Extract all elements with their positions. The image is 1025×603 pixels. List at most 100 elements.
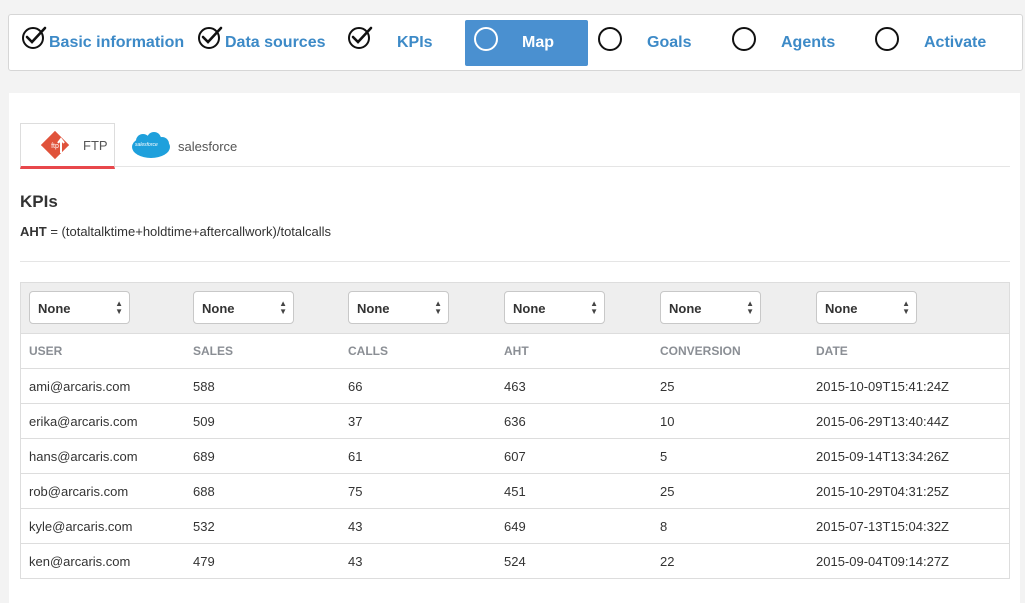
table-cell: 66 xyxy=(348,379,363,394)
step-label: Activate xyxy=(924,34,987,51)
step-basic-information[interactable]: Basic information xyxy=(21,20,184,66)
table-cell: 509 xyxy=(193,414,215,429)
table-cell: kyle@arcaris.com xyxy=(29,519,133,534)
source-tabs: ftp FTP salesforce salesforce xyxy=(20,123,1010,169)
mapping-select-calls[interactable]: None ▲ ▼ xyxy=(348,291,449,324)
table-cell: 37 xyxy=(348,414,363,429)
table-cell: ami@arcaris.com xyxy=(29,379,131,394)
step-data-sources[interactable]: Data sources xyxy=(197,20,326,66)
mapping-select-conversion[interactable]: None ▲ ▼ xyxy=(660,291,761,324)
mapping-select-aht[interactable]: None ▲ ▼ xyxy=(504,291,605,324)
step-label: KPIs xyxy=(397,34,433,51)
kpi-formula: AHT = (totaltalktime+holdtime+aftercallw… xyxy=(20,224,331,239)
step-map[interactable]: Map xyxy=(465,20,588,66)
checkmark-icon xyxy=(347,25,373,51)
table-cell: 75 xyxy=(348,484,363,499)
table-cell: 25 xyxy=(660,484,675,499)
table-header: USER SALES CALLS AHT CONVERSION DATE xyxy=(21,334,1009,369)
step-label: Goals xyxy=(647,34,692,51)
table-row: kyle@arcaris.com 532 43 649 8 2015-07-13… xyxy=(21,509,1009,544)
table-cell: 2015-06-29T13:40:44Z xyxy=(816,414,949,429)
select-value: None xyxy=(202,301,235,316)
main-panel: ftp FTP salesforce salesforce KPIs AHT =… xyxy=(9,93,1020,603)
table-cell: ken@arcaris.com xyxy=(29,554,131,569)
table-row: erika@arcaris.com 509 37 636 10 2015-06-… xyxy=(21,404,1009,439)
column-header: AHT xyxy=(504,344,529,358)
ftp-icon: ftp xyxy=(40,130,70,160)
select-value: None xyxy=(513,301,546,316)
table-cell: 10 xyxy=(660,414,675,429)
table-cell: rob@arcaris.com xyxy=(29,484,129,499)
circle-icon xyxy=(732,27,756,51)
mapping-select-user[interactable]: None ▲ ▼ xyxy=(29,291,130,324)
select-arrows-icon: ▲ ▼ xyxy=(115,299,123,316)
column-header: CONVERSION xyxy=(660,344,741,358)
select-arrows-icon: ▲ ▼ xyxy=(434,299,442,316)
table-cell: 607 xyxy=(504,449,526,464)
select-value: None xyxy=(669,301,702,316)
table-cell: hans@arcaris.com xyxy=(29,449,138,464)
step-label: Data sources xyxy=(225,34,326,51)
table-cell: 2015-09-14T13:34:26Z xyxy=(816,449,949,464)
tab-label: FTP xyxy=(83,137,108,153)
circle-icon xyxy=(875,27,899,51)
column-mapping-row: None ▲ ▼ None ▲ ▼ None ▲ ▼ None ▲ ▼ None ▲ ▼ … xyxy=(21,283,1009,334)
select-arrows-icon: ▲ ▼ xyxy=(746,299,754,316)
table-row: rob@arcaris.com 688 75 451 25 2015-10-29… xyxy=(21,474,1009,509)
table-cell: 636 xyxy=(504,414,526,429)
formula-expression: = (totaltalktime+holdtime+aftercallwork)… xyxy=(46,224,332,239)
table-cell: 8 xyxy=(660,519,668,534)
select-value: None xyxy=(38,301,71,316)
table-cell: 43 xyxy=(348,554,363,569)
table-cell: 43 xyxy=(348,519,363,534)
mapping-select-sales[interactable]: None ▲ ▼ xyxy=(193,291,294,324)
salesforce-logo-text: salesforce xyxy=(135,142,158,148)
table-cell: 463 xyxy=(504,379,526,394)
formula-name: AHT xyxy=(20,224,47,239)
step-kpis[interactable]: KPIs xyxy=(347,20,433,66)
table-cell: 22 xyxy=(660,554,675,569)
table-cell: 532 xyxy=(193,519,215,534)
table-cell: 649 xyxy=(504,519,526,534)
mapping-select-date[interactable]: None ▲ ▼ xyxy=(816,291,917,324)
svg-text:ftp: ftp xyxy=(51,143,59,150)
select-arrows-icon: ▲ ▼ xyxy=(902,299,910,316)
table-cell: 2015-07-13T15:04:32Z xyxy=(816,519,949,534)
section-title: KPIs xyxy=(20,192,58,211)
checkmark-icon xyxy=(197,25,223,51)
divider xyxy=(20,261,1010,262)
select-arrows-icon: ▲ ▼ xyxy=(590,299,598,316)
step-activate[interactable]: Activate xyxy=(875,20,986,66)
select-value: None xyxy=(825,301,858,316)
table-cell: erika@arcaris.com xyxy=(29,414,138,429)
step-label: Map xyxy=(522,34,554,51)
table-cell: 61 xyxy=(348,449,363,464)
table-cell: 689 xyxy=(193,449,215,464)
column-header: CALLS xyxy=(348,344,388,358)
column-header: DATE xyxy=(816,344,848,358)
table-cell: 2015-09-04T09:14:27Z xyxy=(816,554,949,569)
table-cell: 2015-10-09T15:41:24Z xyxy=(816,379,949,394)
step-label: Agents xyxy=(781,34,836,51)
table-cell: 688 xyxy=(193,484,215,499)
table-cell: 25 xyxy=(660,379,675,394)
circle-icon xyxy=(598,27,622,51)
table-row: ami@arcaris.com 588 66 463 25 2015-10-09… xyxy=(21,369,1009,404)
table-row: hans@arcaris.com 689 61 607 5 2015-09-14… xyxy=(21,439,1009,474)
step-goals[interactable]: Goals xyxy=(598,20,691,66)
circle-icon xyxy=(474,27,498,51)
step-agents[interactable]: Agents xyxy=(732,20,835,66)
tab-salesforce[interactable]: salesforce salesforce xyxy=(130,123,260,169)
tab-label: salesforce xyxy=(178,138,238,154)
checkmark-icon xyxy=(21,25,47,51)
column-header: USER xyxy=(29,344,63,358)
mapping-table: None ▲ ▼ None ▲ ▼ None ▲ ▼ None ▲ ▼ None ▲ ▼ … xyxy=(20,282,1010,579)
table-row: ken@arcaris.com 479 43 524 22 2015-09-04… xyxy=(21,544,1009,579)
tab-ftp[interactable]: ftp FTP xyxy=(20,123,115,169)
select-value: None xyxy=(357,301,390,316)
table-cell: 5 xyxy=(660,449,668,464)
table-cell: 479 xyxy=(193,554,215,569)
select-arrows-icon: ▲ ▼ xyxy=(279,299,287,316)
step-label: Basic information xyxy=(49,34,185,51)
table-cell: 451 xyxy=(504,484,526,499)
